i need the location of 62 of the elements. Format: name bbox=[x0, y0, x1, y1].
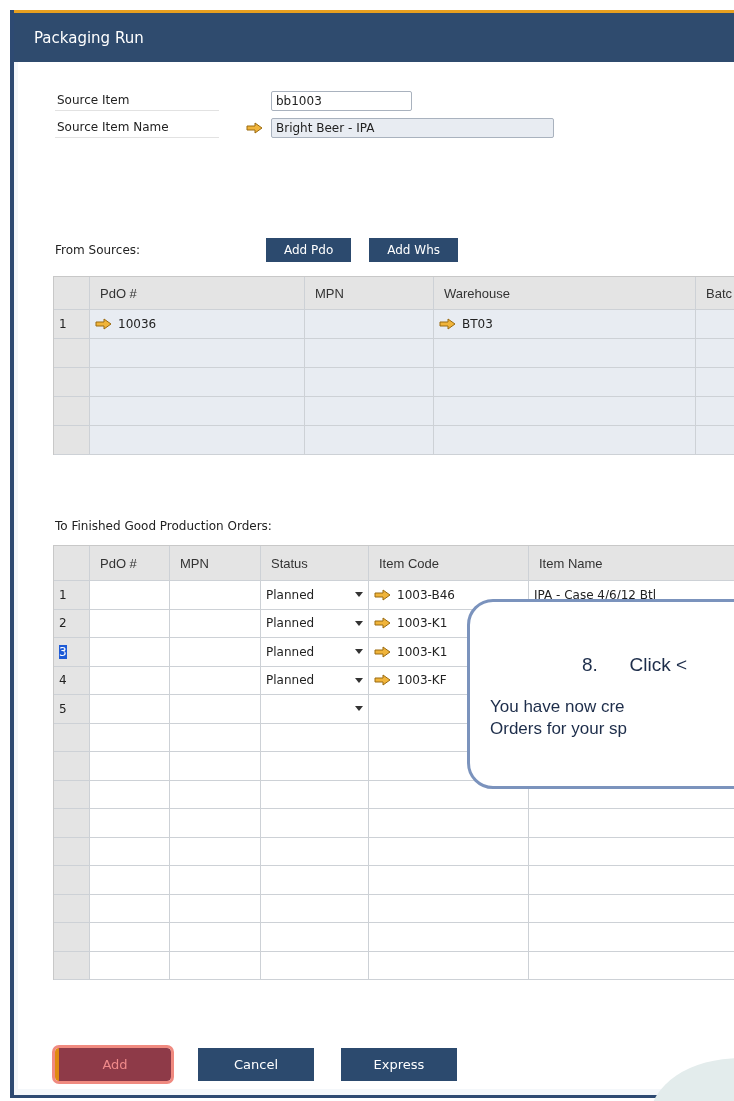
arrow-right-icon[interactable] bbox=[374, 588, 391, 601]
column-header: PdO # bbox=[90, 546, 170, 581]
row-header bbox=[54, 368, 90, 397]
status-dropdown[interactable]: Planned bbox=[261, 581, 369, 610]
row-header bbox=[54, 951, 90, 980]
callout-title: 8. Click < bbox=[581, 654, 689, 676]
arrow-right-icon[interactable] bbox=[246, 121, 263, 134]
dropdown-caret-icon[interactable] bbox=[355, 706, 363, 712]
arrow-right-icon[interactable] bbox=[374, 674, 391, 687]
arrow-right-icon[interactable] bbox=[95, 318, 112, 330]
row-number[interactable]: 3 bbox=[54, 638, 90, 667]
dropdown-caret-icon[interactable] bbox=[355, 592, 363, 598]
arrow-right-icon[interactable] bbox=[439, 318, 456, 330]
callout-text: Orders for your sp bbox=[490, 718, 628, 740]
section-label: From Sources: bbox=[55, 243, 142, 257]
field-label: Source Item Name bbox=[55, 117, 219, 138]
status-dropdown[interactable]: Planned bbox=[261, 666, 369, 695]
row-header bbox=[54, 277, 90, 310]
row-header bbox=[54, 723, 90, 752]
row-number: 1 bbox=[54, 310, 90, 339]
section-label: To Finished Good Production Orders: bbox=[55, 519, 273, 533]
action-button[interactable]: Express bbox=[341, 1048, 457, 1081]
row-number[interactable]: 1 bbox=[54, 581, 90, 610]
column-header: Batc bbox=[696, 277, 734, 310]
input-field[interactable]: bb1003 bbox=[271, 90, 412, 111]
row-header bbox=[54, 546, 90, 581]
row-number[interactable]: 4 bbox=[54, 666, 90, 695]
add-button[interactable]: Add Pdo bbox=[266, 238, 352, 262]
row-header bbox=[54, 866, 90, 895]
row-header bbox=[54, 894, 90, 923]
row-header bbox=[54, 809, 90, 838]
arrow-right-icon[interactable] bbox=[374, 645, 391, 658]
input-field[interactable]: Bright Beer - IPA bbox=[271, 117, 554, 138]
row-header bbox=[54, 752, 90, 781]
status-dropdown[interactable]: Planned bbox=[261, 609, 369, 638]
table-cell: BT03 bbox=[434, 310, 696, 339]
add-button[interactable]: Add Whs bbox=[369, 238, 459, 262]
dropdown-caret-icon[interactable] bbox=[355, 649, 363, 655]
column-header: Item Code bbox=[369, 546, 529, 581]
row-header bbox=[54, 780, 90, 809]
column-header: MPN bbox=[305, 277, 434, 310]
window-title: Packaging Run bbox=[34, 28, 144, 47]
row-header bbox=[54, 426, 90, 455]
column-header: Warehouse bbox=[434, 277, 696, 310]
table-cell: 10036 bbox=[90, 310, 305, 339]
column-header: PdO # bbox=[90, 277, 305, 310]
row-header bbox=[54, 339, 90, 368]
column-header: MPN bbox=[170, 546, 261, 581]
action-button[interactable]: Cancel bbox=[198, 1048, 314, 1081]
row-number[interactable]: 5 bbox=[54, 695, 90, 724]
column-header: Item Name bbox=[529, 546, 734, 581]
column-header: Status bbox=[261, 546, 369, 581]
dropdown-caret-icon[interactable] bbox=[355, 677, 363, 683]
callout-text: You have now cre bbox=[490, 696, 626, 718]
row-number[interactable]: 2 bbox=[54, 609, 90, 638]
status-dropdown[interactable]: Planned bbox=[261, 638, 369, 667]
arrow-right-icon[interactable] bbox=[374, 617, 391, 630]
field-label: Source Item bbox=[55, 90, 219, 111]
dropdown-caret-icon[interactable] bbox=[355, 620, 363, 626]
row-header bbox=[54, 397, 90, 426]
row-header bbox=[54, 837, 90, 866]
row-header bbox=[54, 923, 90, 952]
